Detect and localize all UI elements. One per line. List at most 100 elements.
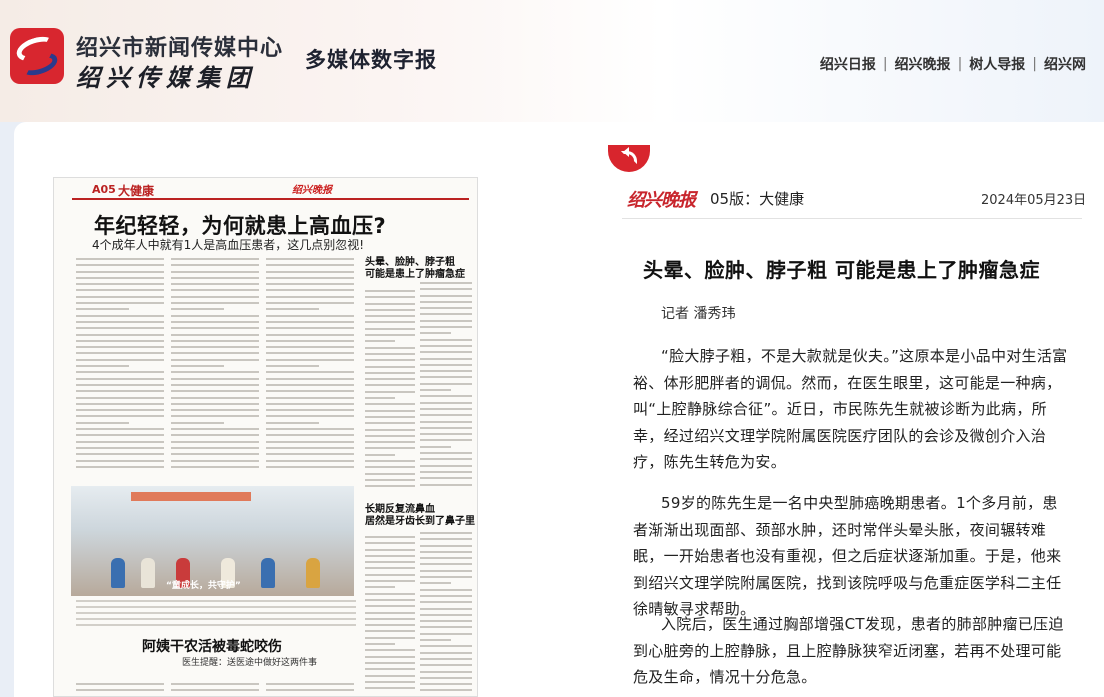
- text-line: [76, 371, 164, 374]
- text-line: [171, 258, 259, 260]
- text-line: [420, 445, 452, 448]
- text-line: [171, 289, 259, 292]
- nav-link-shaoxing-net[interactable]: 绍兴网: [1044, 54, 1086, 74]
- text-line: [365, 605, 415, 608]
- newspaper-page-image[interactable]: A05 大健康 绍兴晚报 年纪轻轻，为何就患上高血压? 4个成年人中就有1人是高…: [53, 177, 478, 697]
- text-line: [420, 433, 472, 436]
- text-line: [76, 446, 164, 449]
- text-line: [420, 344, 472, 347]
- text-line: [76, 689, 164, 692]
- text-line: [420, 395, 472, 398]
- text-line: [365, 434, 415, 437]
- text-line: [266, 402, 354, 405]
- text-line: [76, 308, 129, 311]
- text-line: [76, 453, 164, 456]
- text-line: [266, 283, 354, 286]
- text-line: [365, 548, 415, 551]
- side-story-1-headline[interactable]: 头晕、脸肿、脖子粗 可能是患上了肿瘤急症: [365, 257, 465, 281]
- text-line: [365, 409, 415, 412]
- text-line: [266, 270, 354, 273]
- text-line: [76, 358, 164, 361]
- text-line: [365, 580, 415, 583]
- text-line: [420, 338, 472, 341]
- article-section[interactable]: 05版：大健康: [710, 188, 804, 209]
- text-line: [266, 295, 354, 298]
- text-line: [76, 383, 164, 386]
- text-line: [420, 613, 472, 616]
- media-center-logo-icon[interactable]: [10, 28, 64, 84]
- text-line: [171, 440, 259, 443]
- nav-link-shaoxing-daily[interactable]: 绍兴日报: [820, 54, 876, 74]
- text-line: [76, 409, 164, 412]
- text-column: [420, 282, 472, 490]
- text-line: [365, 630, 415, 633]
- text-line: [365, 447, 415, 450]
- site-title: 多媒体数字报: [305, 48, 437, 72]
- text-line: [365, 478, 415, 481]
- text-line: [76, 333, 164, 336]
- text-line: [420, 689, 472, 692]
- text-line: [420, 439, 472, 442]
- text-line: [365, 472, 415, 475]
- text-line: [365, 485, 415, 488]
- text-line: [365, 661, 415, 664]
- text-line: [420, 582, 452, 585]
- text-line: [266, 377, 354, 380]
- text-line: [365, 397, 395, 400]
- text-line: [76, 258, 164, 260]
- photo-caption-lines: [76, 600, 356, 630]
- text-line: [420, 639, 452, 642]
- text-line: [420, 576, 472, 579]
- text-line: [171, 314, 259, 317]
- text-line: [420, 307, 472, 310]
- nav-separator: |: [882, 56, 888, 72]
- page-top-rule: [72, 198, 469, 200]
- text-line: [420, 288, 472, 291]
- text-column: [365, 536, 415, 693]
- story-3-subheadline: 医生提醒：送医途中做好这两件事: [182, 658, 318, 668]
- text-line: [365, 327, 415, 330]
- text-line: [365, 466, 415, 469]
- text-line: [365, 428, 415, 431]
- text-line: [420, 544, 472, 547]
- text-line: [365, 668, 415, 671]
- text-line: [365, 441, 415, 444]
- article-divider: [622, 218, 1082, 219]
- text-line: [171, 402, 259, 405]
- text-line: [76, 346, 164, 349]
- text-line: [365, 567, 415, 570]
- text-line: [365, 617, 415, 620]
- article-title: 头晕、脸肿、脖子粗 可能是患上了肿瘤急症: [643, 258, 1040, 282]
- text-line: [365, 636, 415, 639]
- text-line: [76, 327, 164, 330]
- text-line: [266, 383, 354, 386]
- story-3-headline[interactable]: 阿姨干农活被毒蛇咬伤: [142, 636, 282, 656]
- text-line: [266, 320, 354, 323]
- text-line: [266, 428, 354, 431]
- text-line: [365, 315, 415, 318]
- article-paragraph: 59岁的陈先生是一名中央型肺癌晚期患者。1个多月前，患者渐渐出现面部、颈部水肿，…: [633, 494, 1062, 618]
- text-column: [420, 532, 472, 696]
- text-line: [266, 421, 319, 424]
- page-number: A05: [92, 183, 116, 196]
- nav-link-shaoxing-evening[interactable]: 绍兴晚报: [895, 54, 951, 74]
- text-line: [76, 624, 356, 626]
- text-line: [266, 453, 354, 456]
- nav-link-shuren-guide[interactable]: 树人导报: [969, 54, 1025, 74]
- photo-banner: [131, 492, 251, 501]
- text-line: [171, 396, 259, 399]
- text-line: [76, 612, 356, 614]
- text-line: [365, 415, 415, 418]
- text-line: [171, 453, 259, 456]
- text-line: [266, 434, 354, 437]
- text-line: [420, 458, 472, 461]
- page-subheadline: 4个成年人中就有1人是高血压患者，这几点别忽视!: [92, 238, 365, 252]
- text-line: [76, 314, 164, 317]
- text-line: [76, 320, 164, 323]
- text-line: [365, 321, 415, 324]
- text-line: [266, 352, 354, 355]
- text-line: [266, 358, 354, 361]
- text-line: [76, 440, 164, 443]
- text-line: [171, 377, 259, 380]
- side-story-2-headline[interactable]: 长期反复流鼻血 居然是牙齿长到了鼻子里: [365, 504, 475, 528]
